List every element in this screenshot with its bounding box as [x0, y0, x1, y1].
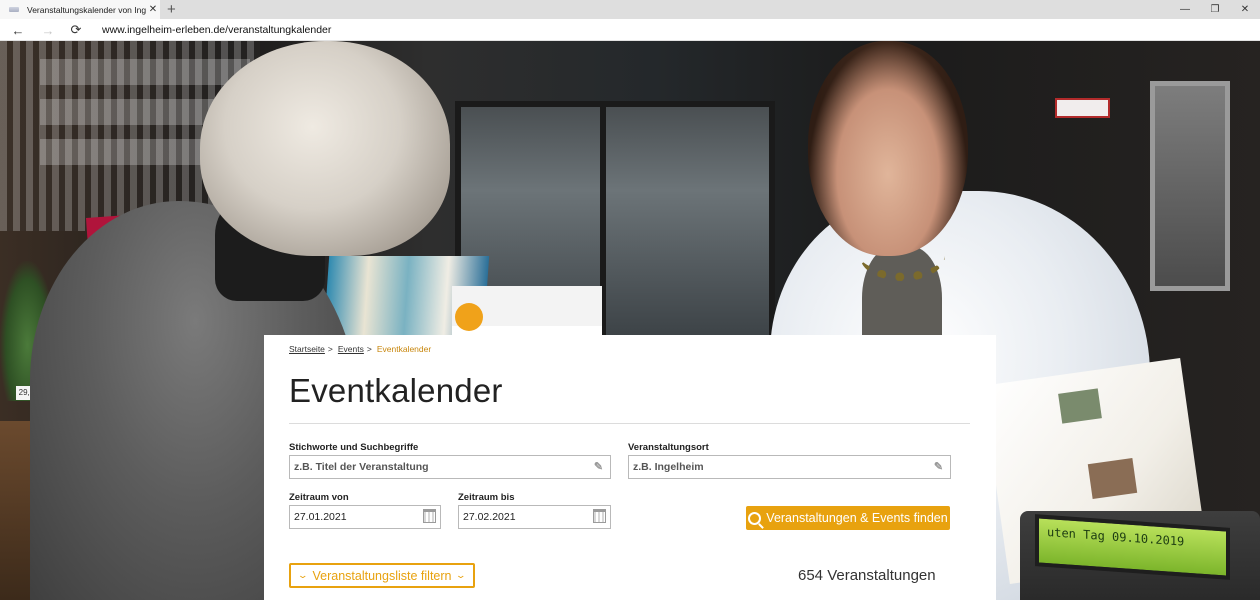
page-title: Eventkalender: [289, 372, 503, 409]
date-to-input[interactable]: 27.02.2021: [458, 505, 611, 529]
tab-title: Veranstaltungskalender von Inge: [27, 4, 146, 15]
keywords-placeholder: z.B. Titel der Veranstaltung: [294, 461, 429, 473]
breadcrumb-separator: >: [327, 344, 333, 354]
calendar-icon[interactable]: [593, 509, 606, 523]
breadcrumb: Startseite > Events > Eventkalender: [289, 344, 431, 354]
search-icon: [748, 511, 762, 525]
hero-window: [1150, 81, 1230, 291]
close-window-button[interactable]: ✕: [1230, 0, 1260, 19]
date-to-value: 27.02.2021: [463, 511, 516, 523]
favicon-icon: [9, 7, 19, 12]
date-from-input[interactable]: 27.01.2021: [289, 505, 441, 529]
browser-tab[interactable]: Veranstaltungskalender von Inge ✕: [0, 0, 160, 19]
pencil-icon: ✎: [933, 461, 944, 473]
hero-magazine-photo: [1058, 388, 1102, 424]
date-to-label: Zeitraum bis: [458, 492, 515, 503]
chevron-down-icon: ⌄: [455, 570, 467, 580]
keywords-label: Stichworte und Suchbegriffe: [289, 442, 419, 453]
location-input[interactable]: z.B. Ingelheim ✎: [628, 455, 951, 479]
location-label: Veranstaltungsort: [628, 442, 709, 453]
restore-button[interactable]: ❐: [1200, 0, 1230, 19]
breadcrumb-current: Eventkalender: [376, 344, 432, 354]
minimize-button[interactable]: —: [1170, 0, 1200, 19]
hero-magazine-photo: [1087, 458, 1138, 499]
window-controls: — ❐ ✕: [1170, 0, 1260, 19]
location-placeholder: z.B. Ingelheim: [633, 461, 704, 473]
find-events-label: Veranstaltungen & Events finden: [766, 511, 948, 525]
filter-list-label: Veranstaltungsliste filtern: [312, 568, 452, 583]
hero-red-sign: [1055, 98, 1110, 118]
hero-brochure-badge: [455, 303, 483, 331]
title-divider: [289, 423, 970, 424]
date-from-value: 27.01.2021: [294, 511, 347, 523]
tab-close-icon[interactable]: ✕: [146, 4, 160, 15]
keywords-input[interactable]: z.B. Titel der Veranstaltung ✎: [289, 455, 611, 479]
result-count: 654 Veranstaltungen: [798, 567, 936, 584]
address-bar: ← → ⟳ www.ingelheim-erleben.de/veranstal…: [0, 19, 1260, 41]
breadcrumb-separator: >: [366, 344, 372, 354]
breadcrumb-home-link[interactable]: Startseite: [289, 344, 325, 354]
breadcrumb-events-link[interactable]: Events: [338, 344, 364, 354]
back-arrow-icon[interactable]: ←: [7, 19, 29, 41]
pencil-icon: ✎: [593, 461, 604, 473]
hero-person-right-head: [808, 41, 968, 256]
calendar-icon[interactable]: [423, 509, 436, 523]
hero-person-left-head: [200, 41, 450, 256]
forward-arrow-icon[interactable]: →: [37, 19, 59, 41]
find-events-button[interactable]: Veranstaltungen & Events finden: [746, 506, 950, 530]
new-tab-button[interactable]: +: [167, 0, 176, 19]
event-search-card: Startseite > Events > Eventkalender Even…: [264, 335, 996, 600]
tab-bar: Veranstaltungskalender von Inge ✕ + — ❐ …: [0, 0, 1260, 19]
filter-list-button[interactable]: ⌄ Veranstaltungsliste filtern ⌄: [289, 563, 475, 588]
url-field[interactable]: www.ingelheim-erleben.de/veranstaltungka…: [95, 22, 1135, 38]
chevron-down-icon: ⌄: [297, 570, 309, 580]
date-from-label: Zeitraum von: [289, 492, 349, 503]
reload-icon[interactable]: ⟳: [65, 19, 87, 41]
